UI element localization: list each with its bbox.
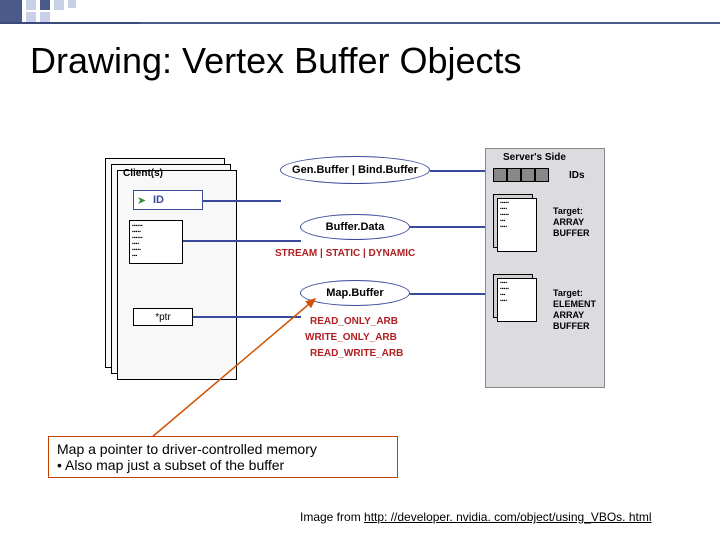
genbuffer-bindbuffer-node: Gen.Buffer | Bind.Buffer [280, 156, 430, 184]
ids-label: IDs [569, 170, 585, 181]
caption-line2: • Also map just a subset of the buffer [57, 457, 389, 473]
ids-grid [493, 168, 553, 182]
credit-prefix: Image from [300, 510, 364, 524]
image-credit: Image from http: //developer. nvidia. co… [300, 510, 652, 524]
server-title: Server's Side [503, 152, 566, 163]
slide-title: Drawing: Vertex Buffer Objects [30, 40, 522, 82]
vbo-diagram: Client(s) ➤ ID ▪▪▪▪▪▪▪▪▪▪▪▪▪▪▪▪▪▪▪▪▪▪▪▪▪… [105, 148, 605, 428]
server-panel [485, 148, 605, 388]
client-label: Client(s) [123, 168, 163, 179]
credit-link[interactable]: http: //developer. nvidia. com/object/us… [364, 510, 651, 524]
id-arrow-icon: ➤ [137, 194, 146, 207]
target-array-label: Target: ARRAY BUFFER [553, 206, 590, 239]
header-rule-accent [0, 22, 140, 24]
callout-arrow-icon [135, 293, 335, 453]
caption-line1: Map a pointer to driver-controlled memor… [57, 441, 389, 457]
id-label: ID [153, 194, 164, 206]
usage-hints-label: STREAM | STATIC | DYNAMIC [275, 248, 415, 259]
target-element-label: Target: ELEMENT ARRAY BUFFER [553, 288, 596, 332]
client-data-lines: ▪▪▪▪▪▪▪▪▪▪▪▪▪▪▪▪▪▪▪▪▪▪▪▪▪▪▪▪▪ [132, 223, 143, 259]
caption-box: Map a pointer to driver-controlled memor… [48, 436, 398, 478]
bufferdata-node: Buffer.Data [300, 214, 410, 240]
slide-decoration [0, 0, 720, 24]
